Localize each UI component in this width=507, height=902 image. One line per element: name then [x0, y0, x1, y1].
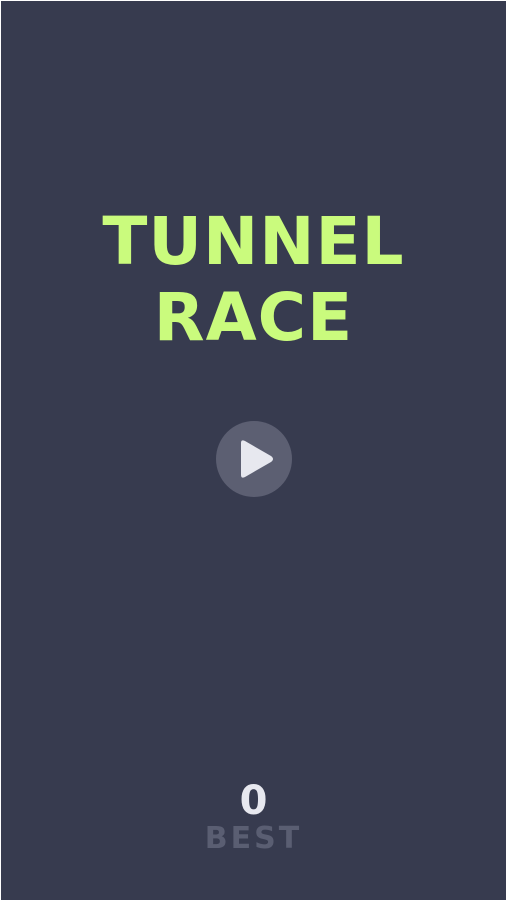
- play-button[interactable]: [216, 421, 292, 497]
- game-title-line-1: TUNNEL: [102, 203, 405, 280]
- play-icon: [241, 440, 273, 478]
- best-score-value: 0: [239, 778, 268, 824]
- game-screen: TUNNEL RACE 0 BEST: [1, 1, 506, 900]
- game-title-line-2: RACE: [153, 279, 354, 356]
- best-score-label: BEST: [204, 821, 303, 856]
